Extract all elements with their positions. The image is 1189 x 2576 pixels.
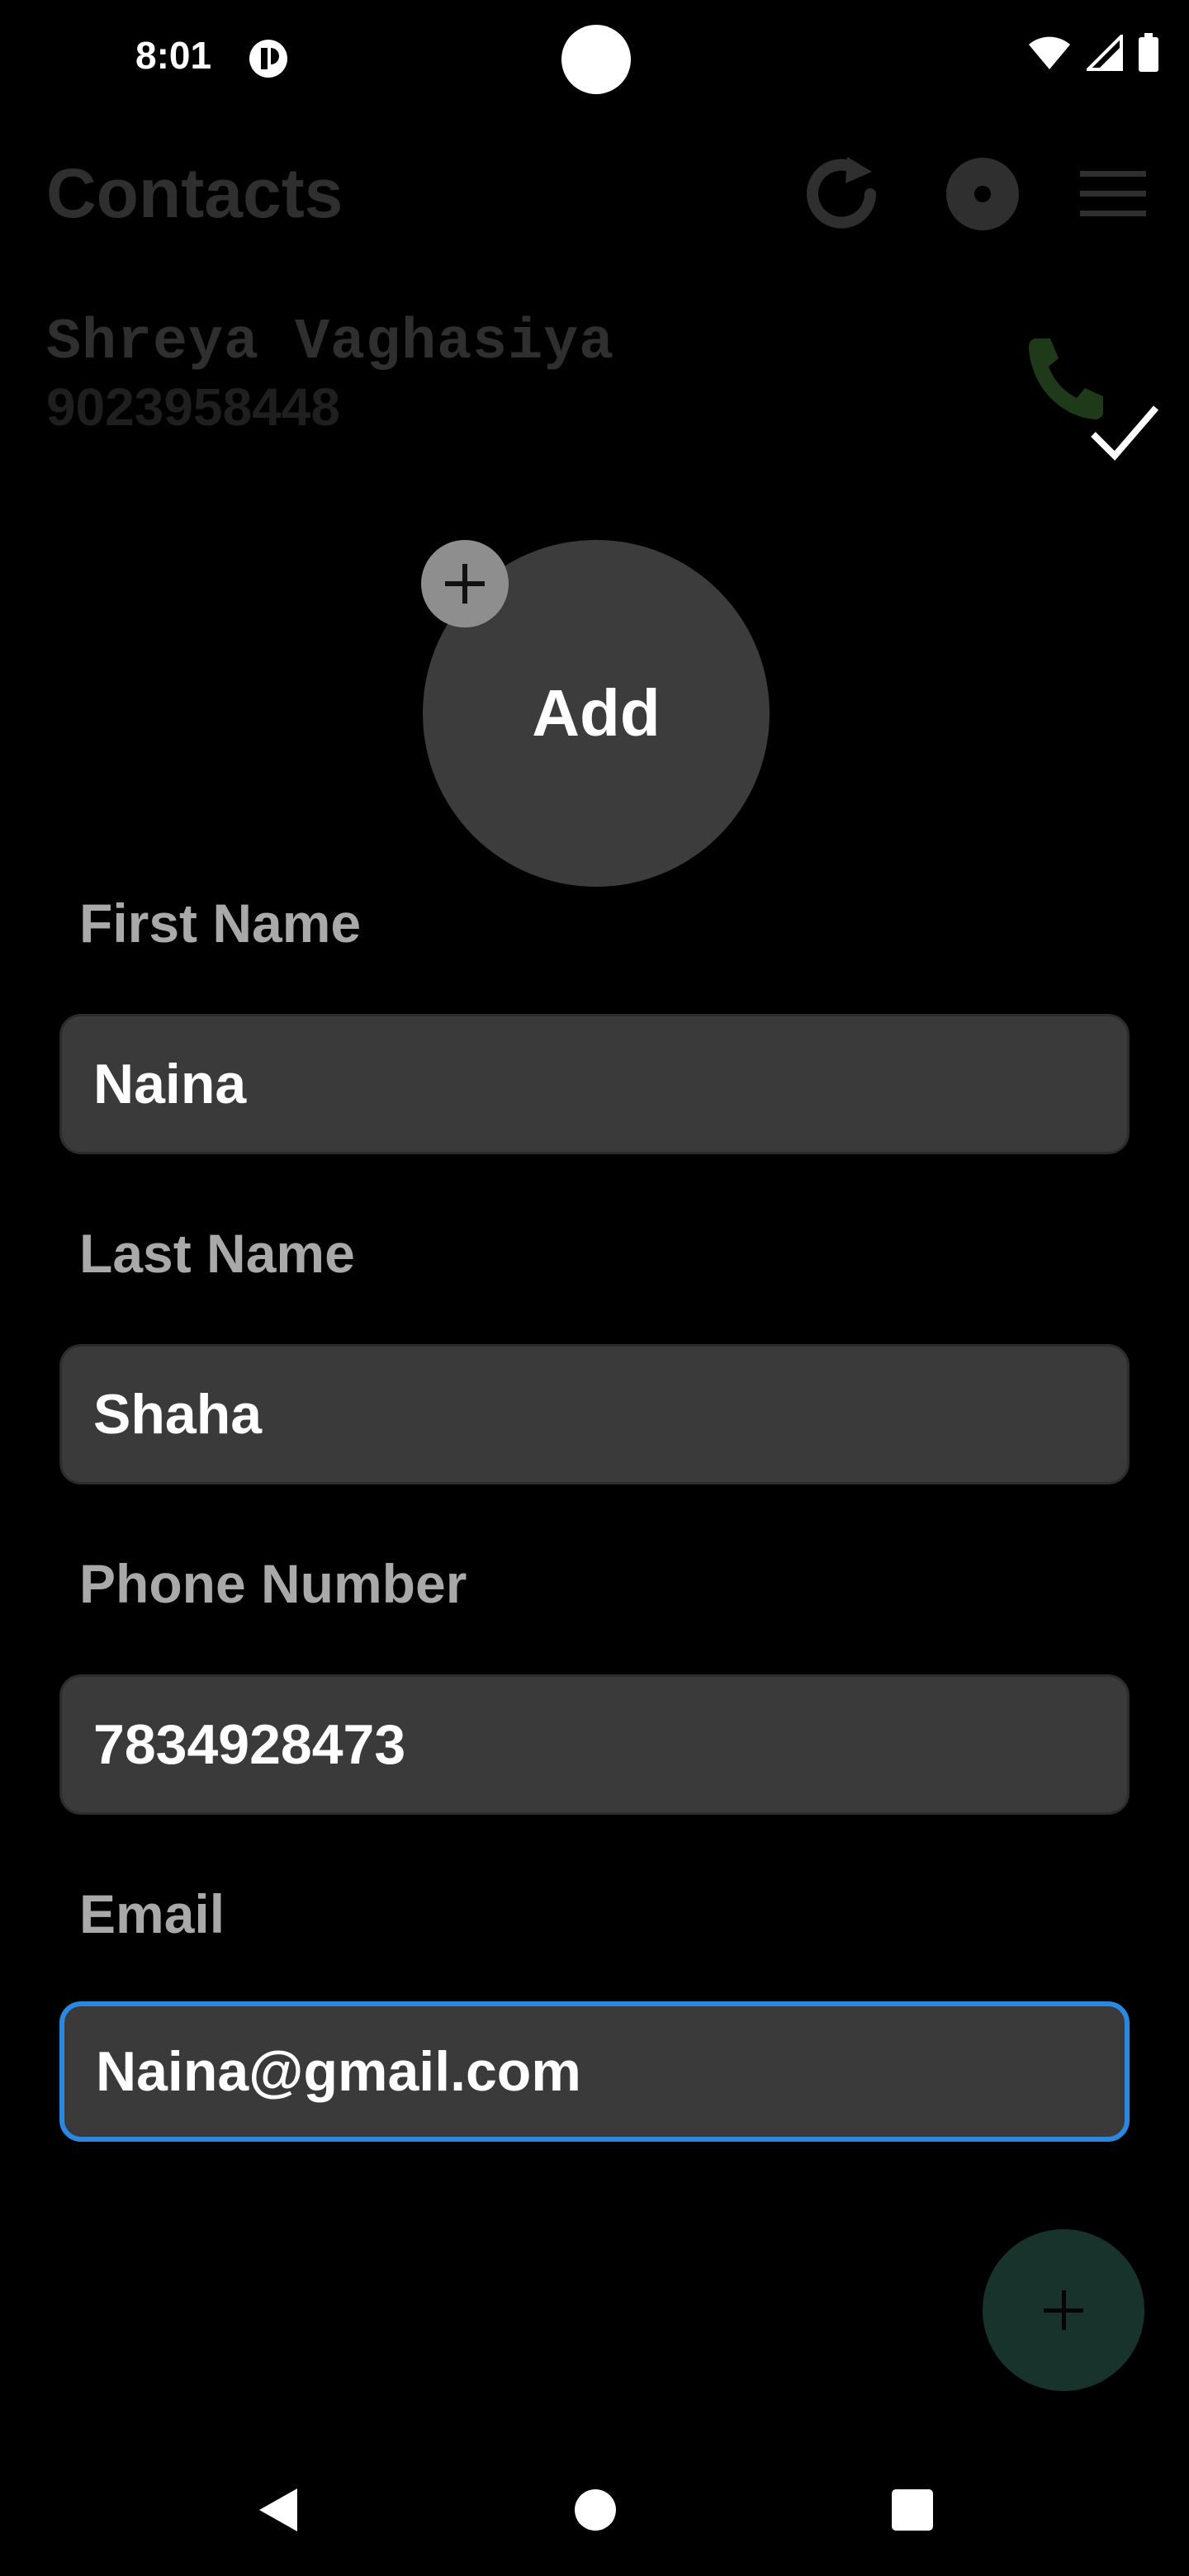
signal-icon <box>1087 35 1123 71</box>
menu-icon[interactable] <box>1078 169 1148 219</box>
phone-number-input[interactable] <box>93 1712 1127 1777</box>
wifi-icon <box>1029 36 1070 69</box>
email-input[interactable] <box>96 2039 1125 2104</box>
app-notification-icon <box>249 40 287 78</box>
status-time: 8:01 <box>135 34 212 77</box>
avatar-add-button[interactable] <box>421 540 509 627</box>
contact-name: Shreya Vaghasiya <box>46 310 615 376</box>
recents-icon[interactable] <box>890 2488 935 2532</box>
add-contact-button[interactable] <box>983 2229 1144 2391</box>
avatar-label: Add <box>532 676 661 750</box>
last-name-input[interactable] <box>93 1382 1127 1447</box>
last-name-label: Last Name <box>79 1223 355 1284</box>
email-label: Email <box>79 1883 225 1944</box>
first-name-input[interactable] <box>93 1052 1127 1116</box>
first-name-field[interactable] <box>59 1014 1130 1154</box>
first-name-label: First Name <box>79 893 362 954</box>
navigation-bar <box>0 2444 1189 2576</box>
contact-phone: 9023958448 <box>46 377 340 437</box>
plus-icon <box>445 564 485 604</box>
refresh-icon[interactable] <box>796 149 887 239</box>
back-icon[interactable] <box>254 2485 301 2535</box>
last-name-field[interactable] <box>59 1344 1130 1485</box>
phone-number-label: Phone Number <box>79 1553 467 1614</box>
record-icon[interactable] <box>945 156 1021 232</box>
email-field[interactable] <box>59 2001 1130 2142</box>
phone-number-field[interactable] <box>59 1674 1130 1815</box>
plus-icon <box>1044 2290 1083 2330</box>
check-icon[interactable] <box>1090 403 1159 461</box>
app-title: Contacts <box>46 154 343 232</box>
battery-icon <box>1139 33 1158 72</box>
home-icon[interactable] <box>573 2488 618 2532</box>
toolbar <box>796 149 1148 239</box>
status-icons <box>1027 33 1159 73</box>
camera-cutout <box>561 25 631 94</box>
